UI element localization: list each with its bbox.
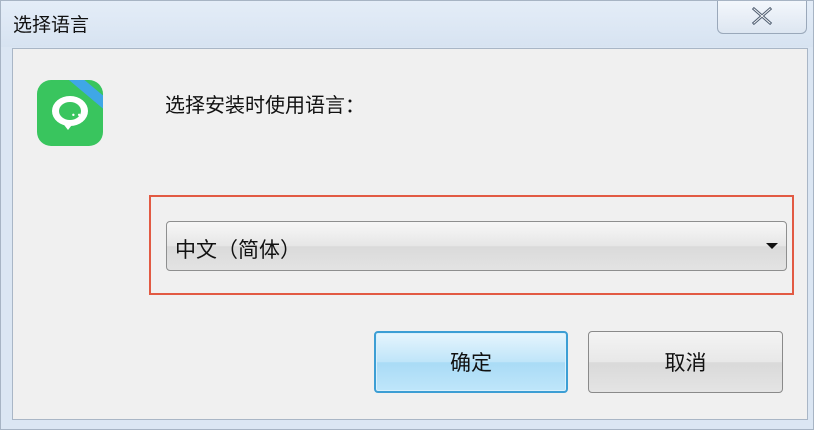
ok-button[interactable]: 确定	[374, 331, 568, 393]
close-icon	[751, 7, 773, 25]
window-title: 选择语言	[13, 14, 90, 36]
close-button[interactable]	[717, 1, 807, 34]
chat-bubble-app-icon: •••	[37, 80, 103, 146]
title-bar: 选择语言	[1, 1, 813, 47]
cancel-button[interactable]: 取消	[588, 331, 783, 393]
ok-button-label: 确定	[450, 351, 492, 375]
language-select[interactable]: 中文（简体）	[166, 221, 787, 271]
cancel-button-label: 取消	[664, 351, 707, 375]
app-icon-dots: •••	[71, 111, 89, 120]
app-icon-bubble: •••	[52, 96, 88, 126]
language-select-value: 中文（简体）	[175, 238, 301, 262]
app-icon-bubble-inner: •••	[59, 102, 89, 120]
dialog-body: ••• 选择安装时使用语言： 中文（简体） 确定 取消	[12, 48, 808, 420]
chevron-down-icon	[766, 243, 778, 249]
dialog-window: 选择语言 ••• 选择安装时使用语言： 中文（简体） 确定 取消	[0, 0, 814, 430]
language-prompt: 选择安装时使用语言：	[165, 93, 365, 117]
